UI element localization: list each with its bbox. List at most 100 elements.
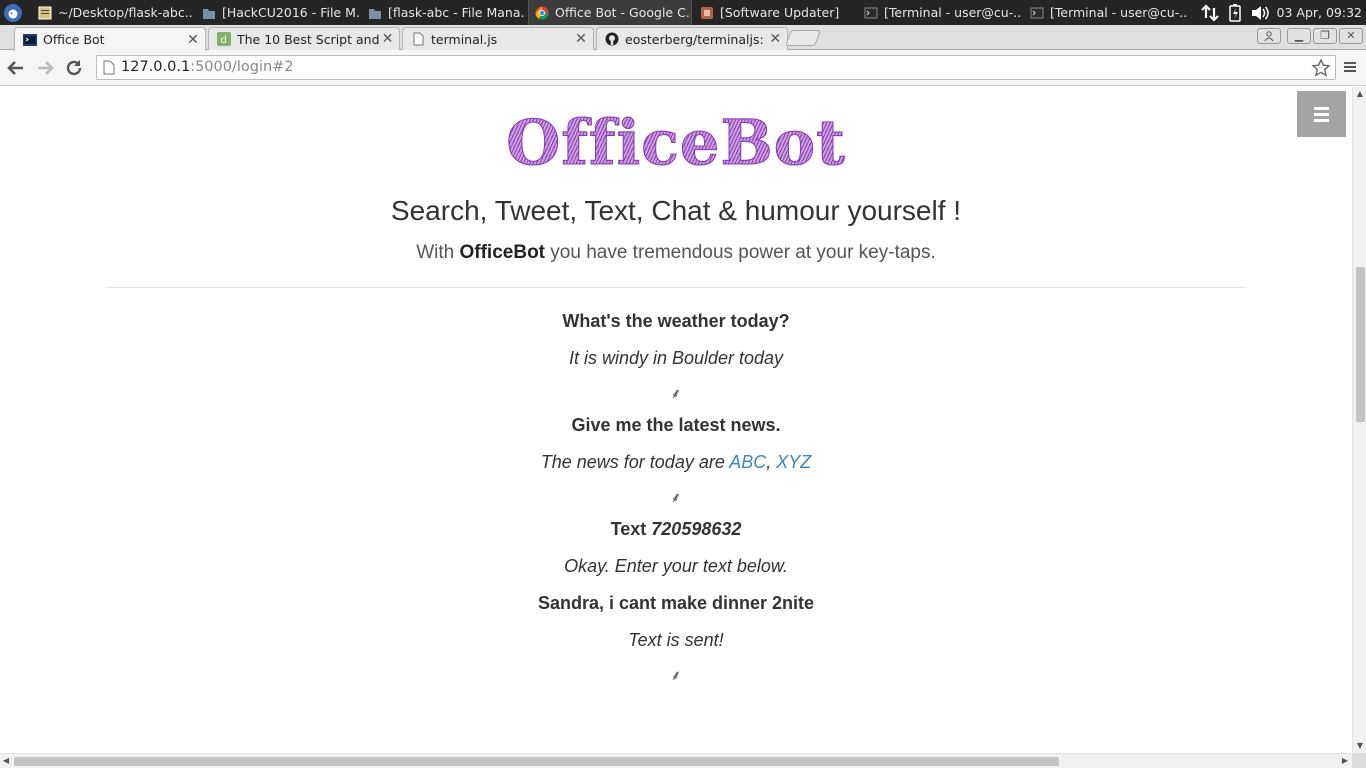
updater-icon bbox=[701, 6, 713, 19]
github-icon bbox=[605, 32, 619, 46]
taskbar-item-chrome[interactable]: Office Bot - Google C... bbox=[528, 0, 692, 25]
taskbar-item-software-updater[interactable]: [Software Updater] bbox=[694, 0, 858, 25]
bot-answer: Text is sent! bbox=[628, 630, 724, 650]
taskbar-item-file-manager-hackcu[interactable]: [HackCU2016 - File M... bbox=[196, 0, 360, 25]
chrome-icon bbox=[535, 6, 549, 19]
tab-github-terminaljs[interactable]: eosterberg/terminaljs: t ✕ bbox=[596, 27, 788, 50]
phone-number: 720598632 bbox=[651, 519, 742, 539]
tab-title: terminal.js bbox=[431, 31, 498, 47]
browser-tab-strip: Office Bot ✕ d The 10 Best Script and H … bbox=[0, 25, 1366, 51]
address-bar[interactable]: 127.0.0.1:5000/login#2 bbox=[96, 55, 1336, 80]
page-subheadline: With OfficeBot you have tremendous power… bbox=[0, 242, 1352, 264]
close-tab-icon[interactable]: ✕ bbox=[380, 31, 395, 47]
subheadline-suffix: you have tremendous power at your key-ta… bbox=[545, 242, 936, 263]
volume-icon[interactable] bbox=[1250, 4, 1270, 22]
answer-text: The news for today are bbox=[540, 452, 730, 472]
taskbar-item-label: [Terminal - user@cu-... bbox=[1050, 5, 1188, 20]
horizontal-scrollbar[interactable]: ◀ ▶ bbox=[0, 753, 1352, 768]
close-tab-icon[interactable]: ✕ bbox=[185, 32, 201, 48]
taskbar-item-label: [Terminal - user@cu-... bbox=[884, 5, 1022, 20]
tab-title: eosterberg/terminaljs: t bbox=[625, 31, 768, 47]
url-text: 127.0.0.1:5000/login#2 bbox=[121, 56, 294, 79]
reload-icon[interactable] bbox=[63, 57, 85, 79]
tab-office-bot[interactable]: Office Bot ✕ bbox=[14, 27, 206, 51]
taskbar-item-label: [HackCU2016 - File M... bbox=[222, 5, 360, 20]
profile-button[interactable] bbox=[1257, 28, 1281, 44]
terminal-icon bbox=[1030, 7, 1044, 18]
divider bbox=[106, 287, 1246, 288]
app-menu-icon[interactable] bbox=[3, 3, 23, 23]
taskbar-item-file-manager-flask[interactable]: [flask-abc - File Mana... bbox=[362, 0, 526, 25]
separator-ornament: ⸙ bbox=[670, 667, 682, 683]
vertical-scrollbar[interactable]: ▲ ▼ bbox=[1352, 87, 1366, 753]
taskbar-item-label: [Software Updater] bbox=[720, 5, 840, 20]
minimize-icon: ▁ bbox=[1294, 29, 1304, 42]
clock[interactable]: 03 Apr, 09:32 bbox=[1277, 0, 1362, 25]
user-question: What's the weather today? bbox=[562, 311, 790, 331]
system-tray bbox=[1200, 0, 1270, 25]
horizontal-scroll-thumb[interactable] bbox=[14, 757, 1059, 766]
news-link-abc[interactable]: ABC bbox=[729, 452, 766, 472]
logo-text: OfficeBot bbox=[506, 106, 846, 179]
browser-toolbar: 127.0.0.1:5000/login#2 bbox=[0, 50, 1366, 86]
folder-icon bbox=[369, 8, 381, 19]
taskbar-item-label: ~/Desktop/flask-abc... bbox=[58, 5, 192, 20]
text-editor-icon bbox=[38, 6, 52, 19]
bookmark-star-icon[interactable] bbox=[1311, 58, 1331, 78]
user-question: Give me the latest news. bbox=[571, 415, 781, 435]
back-arrow-icon[interactable] bbox=[5, 57, 27, 79]
forward-arrow-icon[interactable] bbox=[34, 57, 56, 79]
minimize-button[interactable]: ▁ bbox=[1287, 28, 1311, 44]
taskbar-item-label: Office Bot - Google C... bbox=[555, 5, 692, 20]
page-icon bbox=[413, 32, 424, 46]
d-favicon-icon: d bbox=[217, 32, 231, 46]
answer-comma: , bbox=[766, 452, 777, 472]
news-link-xyz[interactable]: XYZ bbox=[776, 452, 811, 472]
maximize-button[interactable]: ❐ bbox=[1313, 28, 1337, 44]
scroll-down-icon[interactable]: ▼ bbox=[1355, 741, 1365, 751]
scroll-up-icon[interactable]: ▲ bbox=[1355, 89, 1365, 99]
separator-ornament: ⸙ bbox=[670, 489, 682, 505]
tab-title: The 10 Best Script and H bbox=[237, 31, 381, 47]
user-question: Text 720598632 bbox=[0, 519, 1352, 540]
user-question: Sandra, i cant make dinner 2nite bbox=[537, 593, 815, 613]
taskbar-item-label: [flask-abc - File Mana... bbox=[388, 5, 526, 20]
terminal-favicon-icon bbox=[23, 33, 37, 46]
page-headline: Search, Tweet, Text, Chat & humour yours… bbox=[390, 195, 962, 226]
bot-answer: Okay. Enter your text below. bbox=[564, 556, 788, 576]
bot-answer: It is windy in Boulder today bbox=[568, 348, 784, 368]
subheadline-prefix: With bbox=[416, 242, 460, 263]
maximize-icon: ❐ bbox=[1320, 29, 1330, 42]
new-tab-button[interactable] bbox=[785, 30, 821, 46]
tab-title: Office Bot bbox=[43, 32, 105, 47]
page-viewport: OfficeBot Search, Tweet, Text, Chat & hu… bbox=[0, 87, 1352, 753]
url-path: :5000/login#2 bbox=[190, 59, 294, 75]
close-tab-icon[interactable]: ✕ bbox=[573, 31, 589, 47]
taskbar-item-terminal-2[interactable]: [Terminal - user@cu-... bbox=[1024, 0, 1188, 25]
vertical-scroll-thumb[interactable] bbox=[1356, 267, 1365, 422]
battery-icon[interactable] bbox=[1228, 3, 1242, 22]
question-text: Text bbox=[610, 519, 652, 539]
site-logo: OfficeBot bbox=[0, 106, 1352, 179]
scrollbar-corner bbox=[1352, 753, 1366, 768]
separator-ornament: ⸙ bbox=[670, 385, 682, 401]
user-icon bbox=[1264, 31, 1274, 42]
system-taskbar: ~/Desktop/flask-abc... [HackCU2016 - Fil… bbox=[0, 0, 1366, 25]
scroll-left-icon[interactable]: ◀ bbox=[1, 756, 11, 766]
svg-text:d: d bbox=[221, 35, 227, 46]
folder-icon bbox=[203, 8, 215, 19]
network-icon[interactable] bbox=[1200, 3, 1220, 22]
taskbar-item-terminal-1[interactable]: [Terminal - user@cu-... bbox=[858, 0, 1022, 25]
close-tab-icon[interactable]: ✕ bbox=[768, 31, 783, 47]
url-host: 127.0.0.1 bbox=[121, 59, 191, 75]
tab-10-best-scripts[interactable]: d The 10 Best Script and H ✕ bbox=[208, 27, 400, 50]
page-icon bbox=[103, 60, 115, 75]
close-window-button[interactable]: ✕ bbox=[1339, 28, 1363, 44]
subheadline-brand: OfficeBot bbox=[459, 242, 546, 263]
bot-answer: The news for today are ABC, XYZ bbox=[0, 452, 1352, 473]
tab-terminal-js[interactable]: terminal.js ✕ bbox=[402, 27, 594, 50]
scroll-right-icon[interactable]: ▶ bbox=[1340, 756, 1350, 766]
taskbar-item-text-editor[interactable]: ~/Desktop/flask-abc... bbox=[32, 0, 192, 25]
close-icon: ✕ bbox=[1346, 29, 1356, 42]
chrome-menu-icon[interactable] bbox=[1342, 59, 1358, 75]
